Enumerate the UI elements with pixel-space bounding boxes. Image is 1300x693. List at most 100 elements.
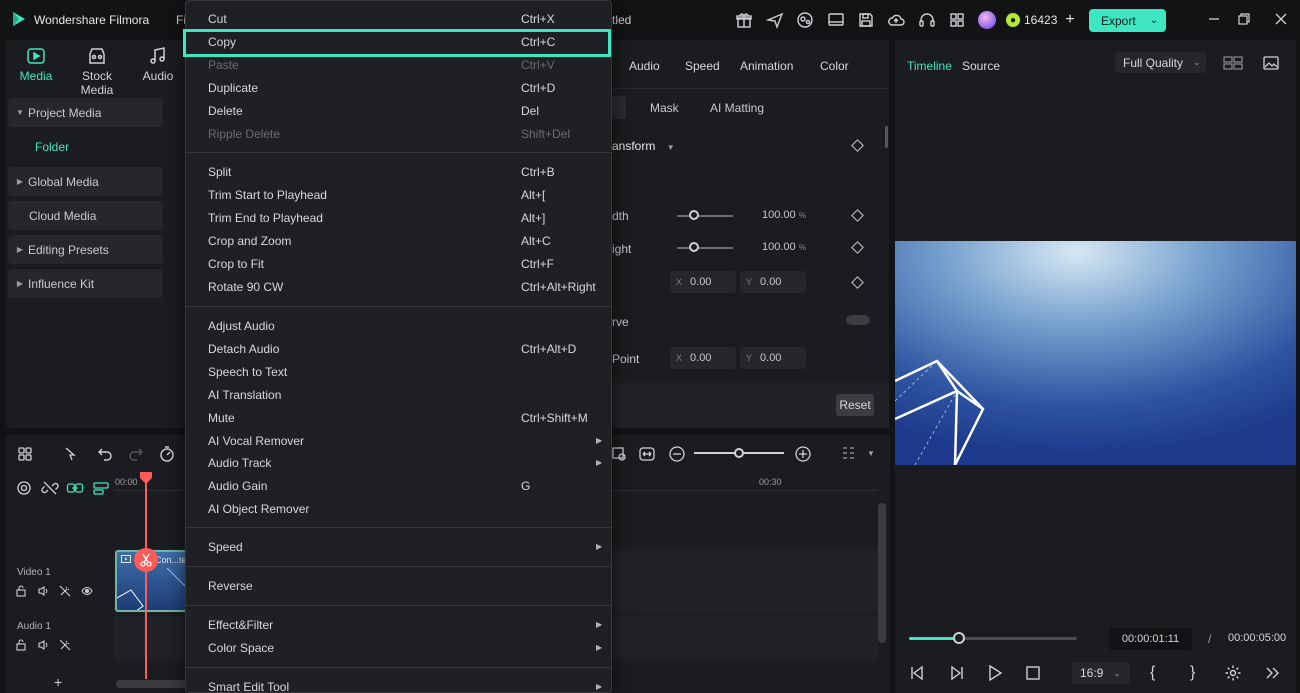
menu-item-trim-start-to-playhead[interactable]: Trim Start to Playhead Alt+[ xyxy=(208,184,608,206)
zoom-out-icon[interactable] xyxy=(668,445,686,463)
cloud-upload-icon[interactable] xyxy=(887,11,905,29)
timeline-horizontal-scrollbar[interactable] xyxy=(116,680,188,688)
redo-icon[interactable] xyxy=(127,445,145,463)
menu-item-crop-to-fit[interactable]: Crop to Fit Ctrl+F xyxy=(208,253,608,275)
menu-item-adjust-audio[interactable]: Adjust Audio xyxy=(208,315,608,337)
avatar[interactable] xyxy=(978,11,996,29)
track-height-icon[interactable] xyxy=(840,445,858,463)
menu-item-trim-end-to-playhead[interactable]: Trim End to Playhead Alt+] xyxy=(208,207,608,229)
snapshot-icon[interactable] xyxy=(1262,54,1280,72)
unlink-icon[interactable] xyxy=(41,479,59,497)
position-x-input[interactable]: X 0.00 xyxy=(670,271,736,293)
mark-out-icon[interactable]: } xyxy=(1190,664,1208,682)
menu-item-paste[interactable]: Paste Ctrl+V xyxy=(208,54,608,76)
nav-influence-kit[interactable]: ▶ Influence Kit xyxy=(8,269,163,298)
height-slider-knob[interactable] xyxy=(689,242,699,252)
menu-item-speech-to-text[interactable]: Speech to Text xyxy=(208,361,608,383)
link-icon[interactable] xyxy=(66,479,84,497)
layout-grid-icon[interactable] xyxy=(16,445,34,463)
section-transform[interactable]: ansform ▼ xyxy=(612,139,675,153)
play-icon[interactable] xyxy=(986,664,1004,682)
save-icon[interactable] xyxy=(857,11,875,29)
menu-item-ai-object-remover[interactable]: AI Object Remover xyxy=(208,498,608,520)
playhead[interactable] xyxy=(145,472,147,679)
anchor-y-input[interactable]: Y 0.00 xyxy=(740,347,806,369)
menu-item-split[interactable]: Split Ctrl+B xyxy=(208,161,608,183)
chevron-down-icon[interactable]: ⌄ xyxy=(1150,15,1158,26)
close-icon[interactable] xyxy=(1274,12,1288,26)
menu-item-audio-gain[interactable]: Audio Gain G xyxy=(208,475,608,497)
tab-color[interactable]: Color xyxy=(820,59,849,73)
compare-view-icon[interactable] xyxy=(1223,55,1243,71)
add-credits-icon[interactable]: + xyxy=(1065,11,1074,29)
tab-media[interactable]: Media xyxy=(14,46,58,83)
menu-item-duplicate[interactable]: Duplicate Ctrl+D xyxy=(208,77,608,99)
subtab-mask[interactable]: Mask xyxy=(650,101,679,115)
scissors-icon[interactable] xyxy=(134,548,158,572)
width-slider[interactable] xyxy=(677,215,733,217)
aspect-ratio-select[interactable]: 16:9 ⌄ xyxy=(1072,662,1130,684)
menu-item-rotate-90-cw[interactable]: Rotate 90 CW Ctrl+Alt+Right xyxy=(208,276,608,298)
settings-gear-icon[interactable] xyxy=(1224,664,1242,682)
nav-editing-presets[interactable]: ▶ Editing Presets xyxy=(8,235,163,264)
credits-display[interactable]: ● 16423 + xyxy=(978,9,1075,31)
auto-ripple-icon[interactable] xyxy=(92,479,110,497)
menu-item-delete[interactable]: Delete Del xyxy=(208,100,608,122)
speed-timer-icon[interactable] xyxy=(158,445,176,463)
nav-folder[interactable]: Folder xyxy=(35,140,69,154)
tab-timeline[interactable]: Timeline xyxy=(907,59,952,73)
quality-select[interactable]: Full Quality ⌄ xyxy=(1115,52,1206,73)
double-chevron-right-icon[interactable] xyxy=(1263,664,1281,682)
zoom-in-icon[interactable] xyxy=(794,445,812,463)
restore-icon[interactable] xyxy=(1237,12,1251,26)
subtab-ai-matting[interactable]: AI Matting xyxy=(710,101,764,115)
position-y-input[interactable]: Y 0.00 xyxy=(740,271,806,293)
undo-icon[interactable] xyxy=(96,445,114,463)
menu-item-cut[interactable]: Cut Ctrl+X xyxy=(208,8,608,30)
caret-down-icon[interactable]: ▼ xyxy=(867,449,875,458)
send-icon[interactable] xyxy=(766,11,784,29)
tab-speed[interactable]: Speed xyxy=(685,59,720,73)
reset-button[interactable]: Reset xyxy=(836,394,874,416)
previous-frame-icon[interactable] xyxy=(908,664,926,682)
menu-item-audio-track[interactable]: Audio Track ▶ xyxy=(208,452,608,474)
menu-item-color-space[interactable]: Color Space ▶ xyxy=(208,637,608,659)
menu-item-effect-filter[interactable]: Effect&Filter ▶ xyxy=(208,614,608,636)
anchor-x-input[interactable]: X 0.00 xyxy=(670,347,736,369)
nav-cloud-media[interactable]: Cloud Media xyxy=(8,201,163,230)
screen-icon[interactable] xyxy=(827,11,845,29)
curve-toggle[interactable] xyxy=(846,315,870,325)
add-track-button[interactable]: + xyxy=(54,674,62,690)
export-button[interactable]: Export ⌄ xyxy=(1089,9,1166,32)
menu-item-ripple-delete[interactable]: Ripple Delete Shift+Del xyxy=(208,123,608,145)
height-slider[interactable] xyxy=(677,247,733,249)
menu-item-smart-edit-tool[interactable]: Smart Edit Tool ▶ xyxy=(208,676,608,693)
width-slider-knob[interactable] xyxy=(689,210,699,220)
fit-width-icon[interactable] xyxy=(638,445,656,463)
tab-source[interactable]: Source xyxy=(962,59,1000,73)
menu-item-speed[interactable]: Speed ▶ xyxy=(208,536,608,558)
tab-animation[interactable]: Animation xyxy=(740,59,793,73)
zoom-slider-knob[interactable] xyxy=(734,448,744,458)
menu-item-ai-vocal-remover[interactable]: AI Vocal Remover ▶ xyxy=(208,430,608,452)
headset-icon[interactable] xyxy=(918,11,936,29)
nav-global-media[interactable]: ▶ Global Media xyxy=(8,167,163,196)
community-icon[interactable] xyxy=(796,11,814,29)
tab-audio[interactable]: Audio xyxy=(138,46,178,83)
menu-item-mute[interactable]: Mute Ctrl+Shift+M xyxy=(208,407,608,429)
gift-icon[interactable] xyxy=(735,11,753,29)
menu-item-detach-audio[interactable]: Detach Audio Ctrl+Alt+D xyxy=(208,338,608,360)
track-settings-icon[interactable] xyxy=(15,479,33,497)
nav-project-media[interactable]: ▼ Project Media xyxy=(8,98,163,127)
keyframe-tool-icon[interactable] xyxy=(610,445,628,463)
apps-grid-icon[interactable] xyxy=(948,11,966,29)
tab-stock-media[interactable]: Stock Media xyxy=(64,46,130,97)
select-tool-icon[interactable] xyxy=(62,445,80,463)
props-scrollbar[interactable] xyxy=(885,126,888,148)
mark-in-icon[interactable]: { xyxy=(1150,664,1168,682)
next-frame-icon[interactable] xyxy=(948,664,966,682)
stop-icon[interactable] xyxy=(1024,664,1042,682)
menu-item-ai-translation[interactable]: AI Translation xyxy=(208,384,608,406)
timeline-vertical-scrollbar[interactable] xyxy=(878,503,886,643)
playhead-handle[interactable] xyxy=(139,472,153,484)
